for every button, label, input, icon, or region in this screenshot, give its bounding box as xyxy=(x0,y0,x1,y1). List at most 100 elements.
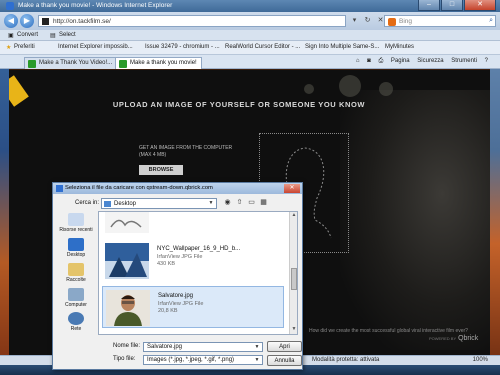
minimize-button[interactable]: – xyxy=(418,0,440,11)
get-image-line: GET AN IMAGE FROM THE COMPUTER xyxy=(139,145,233,151)
protected-mode-status: Modalità protetta: attivata xyxy=(312,357,380,363)
place-libraries[interactable]: Raccolte xyxy=(57,263,95,283)
browse-button[interactable]: BROWSE xyxy=(139,165,183,175)
places-bar: Risorse recenti Desktop Raccolte Compute… xyxy=(57,211,95,332)
convert-icon: ▣ xyxy=(8,33,14,39)
home-icon[interactable]: ⌂ xyxy=(356,58,360,64)
qbrick-logo: POWERED BY Qbrick xyxy=(429,335,478,342)
search-placeholder: Bing xyxy=(399,18,413,25)
print-icon[interactable]: ⎙ xyxy=(378,58,383,64)
bing-icon xyxy=(388,18,396,26)
scroll-up-icon[interactable]: ▲ xyxy=(290,212,297,220)
place-label: Raccolte xyxy=(66,277,86,283)
dropdown-arrow-icon[interactable]: ▾ xyxy=(350,16,359,25)
favorite-link[interactable]: Issue 32479 - chromium - ... xyxy=(145,44,220,50)
page-menu[interactable]: Pagina xyxy=(391,58,410,64)
select-button[interactable]: Select xyxy=(59,32,76,38)
convert-button[interactable]: Convert xyxy=(17,32,38,38)
look-in-label: Cerca in: xyxy=(75,200,100,206)
file-name: NYC_Wallpaper_16_9_HD_b... xyxy=(157,246,241,252)
up-folder-icon[interactable]: ⇧ xyxy=(235,198,244,208)
powered-by-label: POWERED BY xyxy=(429,336,457,341)
dialog-close-button[interactable]: ✕ xyxy=(284,184,300,193)
place-network[interactable]: Rete xyxy=(57,312,95,332)
file-type: IrfanView JPG File xyxy=(158,301,204,307)
file-item-selected[interactable]: Salvatore.jpg IrfanView JPG File 20,8 KB xyxy=(102,286,284,328)
filetype-select[interactable]: Images (*.jpg, *.jpeg, *.gif, *.png) ▼ xyxy=(143,355,263,365)
tab-favicon xyxy=(119,60,127,68)
filename-input[interactable]: Salvatore.jpg ▼ xyxy=(143,342,263,352)
tab-label: Make a Thank You Video!... xyxy=(39,60,113,66)
qbrick-brand: Qbrick xyxy=(458,335,479,342)
chevron-down-icon[interactable]: ▼ xyxy=(253,344,261,351)
place-label: Rete xyxy=(70,326,82,332)
cancel-button[interactable]: Annulla xyxy=(267,355,302,366)
search-input[interactable]: Bing ⌕ xyxy=(384,15,496,27)
file-item[interactable]: NYC_Wallpaper_16_9_HD_b... IrfanView JPG… xyxy=(102,240,284,282)
file-list[interactable]: NYC_Wallpaper_16_9_HD_b... IrfanView JPG… xyxy=(98,211,298,335)
place-desktop[interactable]: Desktop xyxy=(57,238,95,258)
place-label: Risorse recenti xyxy=(59,227,93,233)
zoom-level[interactable]: 100% xyxy=(473,357,488,363)
chevron-down-icon[interactable]: ▼ xyxy=(253,357,261,364)
address-toolbar: ◀ ▶ http://on.tackfilm.se/ ▾ ↻ ✕ Bing ⌕ xyxy=(0,12,500,30)
file-size: 20,8 KB xyxy=(158,308,178,314)
window-title: Make a thank you movie! - Windows Intern… xyxy=(18,2,173,9)
scroll-down-icon[interactable]: ▼ xyxy=(290,326,297,334)
file-list-scrollbar[interactable]: ▲ ▼ xyxy=(289,212,297,334)
file-open-dialog: Seleziona il file da caricare con qstrea… xyxy=(52,182,303,370)
select-icon: ▤ xyxy=(50,33,56,39)
rss-icon[interactable]: ◙ xyxy=(367,58,371,64)
filename-label: Nome file: xyxy=(113,343,141,349)
safety-menu[interactable]: Sicurezza xyxy=(417,58,443,64)
desktop-icon xyxy=(68,238,84,251)
favorites-button[interactable]: Preferiti xyxy=(14,44,35,50)
dialog-titlebar[interactable]: Seleziona il file da caricare con qstrea… xyxy=(53,183,302,194)
window-titlebar[interactable]: Make a thank you movie! - Windows Intern… xyxy=(0,0,500,12)
filetype-value: Images (*.jpg, *.jpeg, *.gif, *.png) xyxy=(147,357,235,363)
tab-thank-you-movie[interactable]: Make a thank you movie! xyxy=(115,57,202,69)
new-folder-icon[interactable]: ▭ xyxy=(247,198,256,208)
search-icon[interactable]: ⌕ xyxy=(489,17,493,25)
place-recent[interactable]: Risorse recenti xyxy=(57,213,95,233)
back-button[interactable]: ◀ xyxy=(4,14,18,28)
view-menu-icon[interactable]: ▦ xyxy=(259,198,268,208)
favorites-star-icon: ★ xyxy=(6,45,12,51)
favorites-bar: ★ Preferiti Internet Explorer impossib..… xyxy=(0,41,500,55)
recent-icon xyxy=(68,213,84,226)
forward-button[interactable]: ▶ xyxy=(20,14,34,28)
tab-favicon xyxy=(28,60,36,68)
file-thumbnail xyxy=(106,290,150,326)
file-size: 430 KB xyxy=(157,261,176,267)
close-window-button[interactable]: ✕ xyxy=(464,0,496,11)
file-name: Salvatore.jpg xyxy=(158,293,194,299)
back-folder-icon[interactable]: ◉ xyxy=(223,198,232,208)
file-item[interactable] xyxy=(102,212,284,236)
address-bar[interactable]: http://on.tackfilm.se/ xyxy=(38,15,346,27)
tools-menu[interactable]: Strumenti xyxy=(451,58,477,64)
filetype-label: Tipo file: xyxy=(113,356,136,362)
bottom-question-link[interactable]: How did we create the most successful gl… xyxy=(309,328,468,334)
file-thumbnail xyxy=(105,243,149,279)
tab-thank-you-video[interactable]: Make a Thank You Video!... xyxy=(24,57,118,69)
computer-icon xyxy=(68,288,84,301)
favorite-link[interactable]: Internet Explorer impossib... xyxy=(58,44,133,50)
file-thumbnail xyxy=(105,212,149,233)
bokeh-light xyxy=(379,82,393,96)
refresh-icon[interactable]: ↻ xyxy=(363,16,372,25)
favorite-link[interactable]: Sign Into Multiple Same-S... xyxy=(305,44,379,50)
help-icon[interactable]: ? xyxy=(485,58,488,64)
filename-value: Salvatore.jpg xyxy=(147,344,183,350)
maximize-button[interactable]: □ xyxy=(441,0,463,11)
command-toolbar: ▣ Convert ▤ Select xyxy=(0,30,500,41)
look-in-combo[interactable]: Desktop ▼ xyxy=(101,198,217,209)
scroll-thumb[interactable] xyxy=(291,268,297,290)
favorite-link[interactable]: MyMinutes xyxy=(385,44,414,50)
dialog-title: Seleziona il file da caricare con qstrea… xyxy=(65,185,213,191)
favorite-link[interactable]: RealWorld Cursor Editor - ... xyxy=(225,44,300,50)
libraries-icon xyxy=(68,263,84,276)
tab-label: Make a thank you movie! xyxy=(130,60,197,66)
place-computer[interactable]: Computer xyxy=(57,288,95,308)
address-url: http://on.tackfilm.se/ xyxy=(53,18,111,25)
open-button[interactable]: Apri xyxy=(267,341,302,352)
